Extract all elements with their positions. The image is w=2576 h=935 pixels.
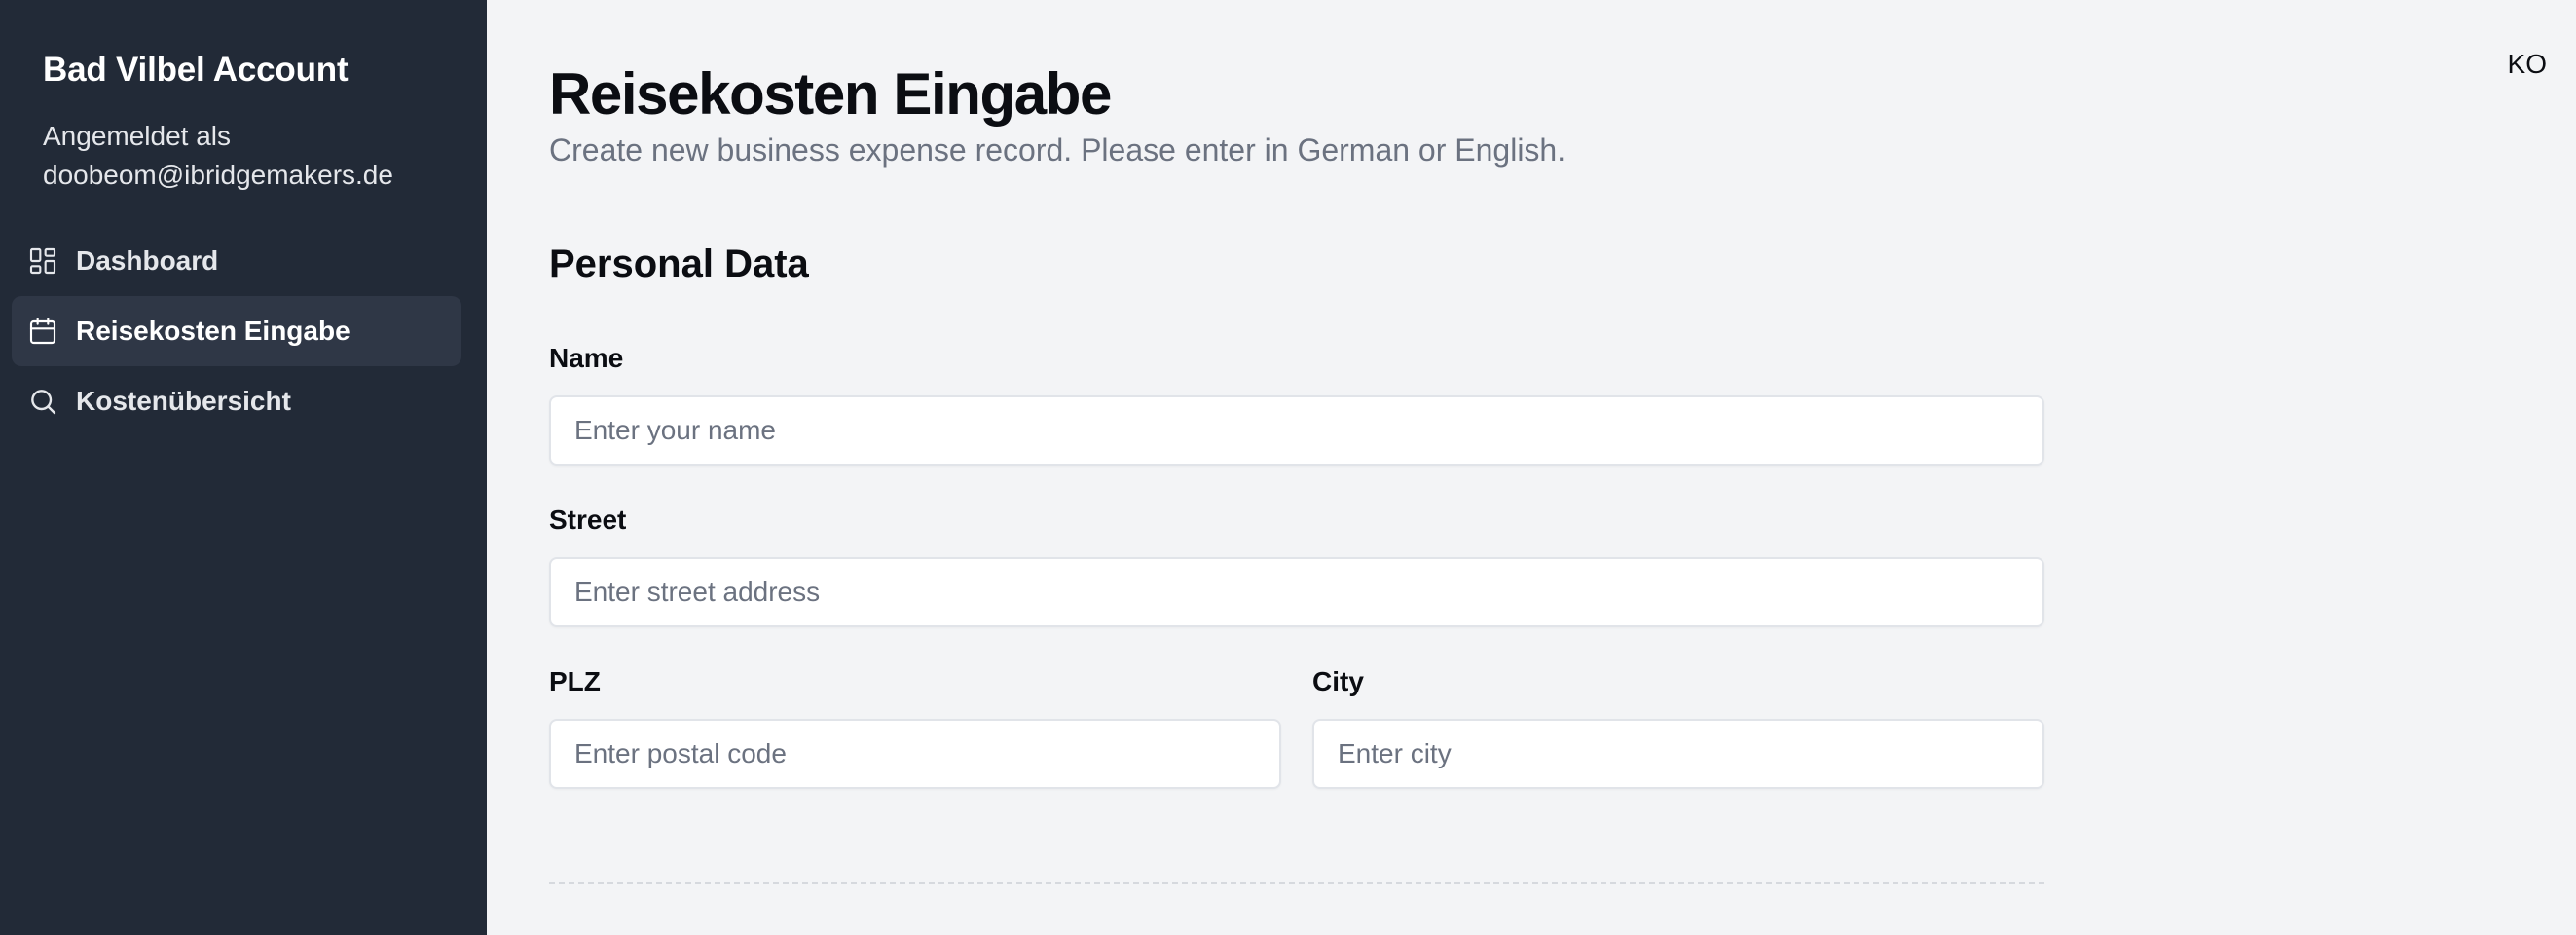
- app-root: Bad Vilbel Account Angemeldet als doobeo…: [0, 0, 2576, 935]
- name-input[interactable]: [549, 395, 2044, 466]
- sidebar-item-label: Reisekosten Eingabe: [76, 316, 350, 346]
- street-input[interactable]: [549, 557, 2044, 627]
- calendar-icon: [27, 316, 58, 347]
- name-field-group: Name: [549, 343, 2044, 466]
- page-subtitle: Create new business expense record. Plea…: [549, 132, 1566, 168]
- sidebar-item-kostenuebersicht[interactable]: Kostenübersicht: [12, 366, 461, 436]
- user-avatar-initials[interactable]: KO: [2508, 49, 2547, 80]
- dashboard-icon: [27, 245, 58, 277]
- street-field-group: Street: [549, 505, 2044, 627]
- city-label: City: [1312, 666, 1364, 696]
- city-input[interactable]: [1312, 719, 2044, 789]
- plz-field-group: PLZ: [549, 666, 1281, 789]
- brand-title: Bad Vilbel Account: [43, 51, 349, 89]
- section-divider: [549, 882, 2044, 884]
- sidebar: Bad Vilbel Account Angemeldet als doobeo…: [0, 0, 487, 935]
- sidebar-item-label: Kostenübersicht: [76, 386, 291, 416]
- signed-in-info: Angemeldet als doobeom@ibridgemakers.de: [43, 117, 471, 195]
- main-content: KO Reisekosten Eingabe Create new busine…: [487, 0, 2576, 935]
- sidebar-item-dashboard[interactable]: Dashboard: [12, 226, 461, 296]
- search-icon: [27, 386, 58, 417]
- signed-in-email: doobeom@ibridgemakers.de: [43, 160, 393, 190]
- signed-in-label: Angemeldet als: [43, 121, 232, 151]
- plz-city-row: PLZ City: [549, 666, 2044, 789]
- sidebar-nav: Dashboard Reisekosten Eingabe Kostenüber…: [12, 226, 461, 436]
- page-title: Reisekosten Eingabe: [549, 61, 1112, 127]
- form-container: Reisekosten Eingabe Create new business …: [549, 60, 2044, 884]
- plz-label: PLZ: [549, 666, 601, 696]
- name-label: Name: [549, 343, 624, 373]
- street-label: Street: [549, 505, 627, 535]
- sidebar-item-label: Dashboard: [76, 245, 219, 276]
- section-title-personal-data: Personal Data: [549, 243, 809, 285]
- plz-input[interactable]: [549, 719, 1281, 789]
- sidebar-item-reisekosten-eingabe[interactable]: Reisekosten Eingabe: [12, 296, 461, 366]
- city-field-group: City: [1312, 666, 2044, 789]
